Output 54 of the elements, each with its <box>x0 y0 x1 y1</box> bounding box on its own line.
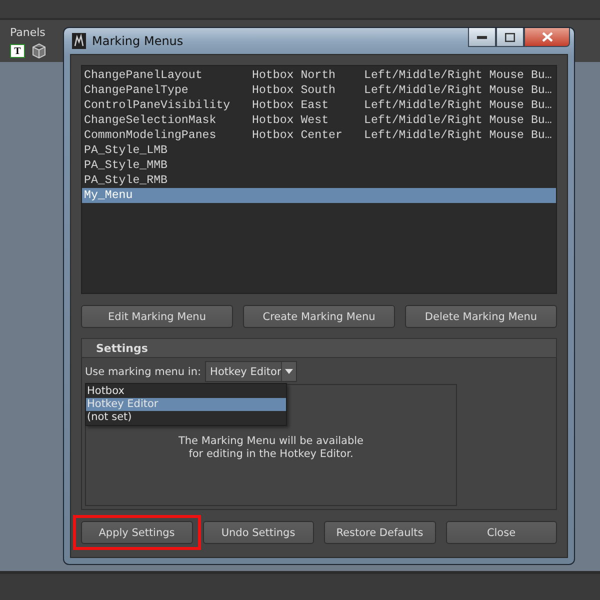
combo-label: Use marking menu in: <box>85 366 202 378</box>
footer-button[interactable]: Apply Settings <box>81 521 192 544</box>
mouse-button-label: Left/Middle/Right Mouse Bu… <box>364 129 552 142</box>
settings-header[interactable]: Settings <box>81 338 557 358</box>
action-button[interactable]: Delete Marking Menu <box>405 305 557 328</box>
mouse-button-label: Left/Middle/Right Mouse Bu… <box>364 69 552 82</box>
dropdown-option[interactable]: (not set) <box>86 411 286 424</box>
menu-name: PA_Style_MMB <box>84 159 168 172</box>
dropdown-option[interactable]: Hotbox <box>86 385 286 398</box>
footer-button[interactable]: Undo Settings <box>202 521 314 544</box>
list-row[interactable]: ControlPaneVisibility Hotbox East Left/Middle/Right Mouse Bu… <box>82 98 556 113</box>
list-row[interactable]: CommonModelingPanes Hotbox Center Left/Middle/Right Mouse Bu… <box>82 128 556 143</box>
menu-location: Hotbox North <box>252 69 336 82</box>
list-row[interactable]: ChangePanelLayout Hotbox North Left/Middle/Right Mouse Bu… <box>82 68 556 83</box>
menu-name: ChangePanelLayout <box>84 69 204 82</box>
menu-location: Hotbox Center <box>252 129 344 142</box>
menu-name: PA_Style_RMB <box>84 174 168 187</box>
footer-button[interactable]: Close <box>446 521 557 544</box>
maximize-button[interactable] <box>496 28 524 47</box>
maximize-icon <box>505 32 515 42</box>
menu-name: ChangeSelectionMask <box>84 114 218 127</box>
dropdown-arrow-button[interactable] <box>281 362 296 381</box>
window-title: Marking Menus <box>92 34 184 48</box>
list-row[interactable]: PA_Style_LMB <box>82 143 556 158</box>
mouse-button-label: Left/Middle/Right Mouse Bu… <box>364 114 552 127</box>
menu-name: PA_Style_LMB <box>84 144 168 157</box>
list-row[interactable]: My_Menu <box>82 188 556 203</box>
menu-name: CommonModelingPanes <box>84 129 218 142</box>
list-row[interactable]: PA_Style_MMB <box>82 158 556 173</box>
footer-button[interactable]: Restore Defaults <box>324 521 436 544</box>
action-button[interactable]: Edit Marking Menu <box>81 305 233 328</box>
menu-name: ChangePanelType <box>84 84 190 97</box>
menu-location: Hotbox South <box>252 84 336 97</box>
menu-name: My_Menu <box>84 189 134 202</box>
list-row[interactable]: PA_Style_RMB <box>82 173 556 188</box>
list-row[interactable]: ChangePanelType Hotbox South Left/Middle/Right Mouse Bu… <box>82 83 556 98</box>
menu-name: ControlPaneVisibility <box>84 99 232 112</box>
mouse-button-label: Left/Middle/Right Mouse Bu… <box>364 84 552 97</box>
close-button[interactable] <box>524 28 570 47</box>
app-icon <box>72 33 86 49</box>
menu-location: Hotbox West <box>252 114 330 127</box>
menu-location-dropdown[interactable]: Hotkey Editor <box>205 361 298 382</box>
cube-icon[interactable] <box>31 43 47 59</box>
menu-location: Hotbox East <box>252 99 330 112</box>
minimize-button[interactable] <box>468 28 496 47</box>
action-button[interactable]: Create Marking Menu <box>243 305 395 328</box>
settings-title: Settings <box>96 342 148 354</box>
mouse-button-label: Left/Middle/Right Mouse Bu… <box>364 99 552 112</box>
list-row[interactable]: ChangeSelectionMask Hotbox West Left/Middle/Right Mouse Bu… <box>82 113 556 128</box>
info-message: The Marking Menu will be available for editing in the Hotkey Editor. <box>178 435 364 461</box>
minimize-icon <box>477 36 487 38</box>
caret-icon <box>285 369 294 374</box>
text-tool-button[interactable]: T <box>10 44 25 58</box>
close-icon <box>542 32 552 42</box>
